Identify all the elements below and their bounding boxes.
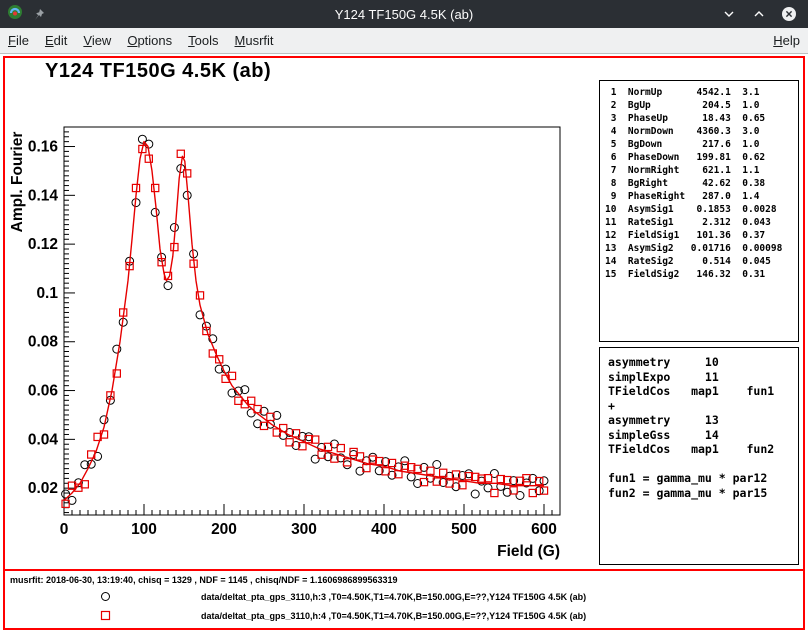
menu-view[interactable]: View	[75, 29, 119, 52]
svg-text:400: 400	[371, 521, 397, 538]
svg-text:0: 0	[60, 521, 69, 538]
svg-text:100: 100	[131, 521, 157, 538]
root-canvas[interactable]: Y124 TF150G 4.5K (ab) 0 100 200 300 400 500 60…	[3, 56, 805, 630]
svg-text:Field (G): Field (G)	[497, 543, 560, 560]
pin-icon	[33, 8, 45, 21]
minimize-button[interactable]	[720, 5, 738, 23]
svg-text:200: 200	[211, 521, 237, 538]
legend-entry-text: data/deltat_pta_gps_3110,h:3 ,T0=4.50K,T…	[201, 592, 586, 602]
svg-text:0.06: 0.06	[28, 383, 59, 400]
svg-text:0.16: 0.16	[28, 139, 59, 156]
menu-options[interactable]: Options	[119, 29, 180, 52]
chevron-up-icon	[752, 7, 766, 21]
close-icon	[781, 6, 797, 22]
legend-row: data/deltat_pta_gps_3110,h:3 ,T0=4.50K,T…	[5, 588, 803, 607]
svg-text:600: 600	[531, 521, 557, 538]
menu-tools[interactable]: Tools	[180, 29, 226, 52]
menu-edit[interactable]: Edit	[37, 29, 75, 52]
legend-entry-text: data/deltat_pta_gps_3110,h:4 ,T0=4.50K,T…	[201, 611, 586, 621]
pad-separator	[5, 569, 803, 571]
svg-text:0.1: 0.1	[36, 285, 58, 302]
parameter-rows: 1 NormUp 4542.1 3.1 2 BgUp 204.5 1.0 3 P…	[605, 86, 798, 281]
svg-text:0.04: 0.04	[28, 431, 59, 448]
close-button[interactable]	[780, 5, 798, 23]
menu-help[interactable]: Help	[765, 29, 808, 52]
svg-text:0.12: 0.12	[28, 236, 58, 253]
chevron-down-icon	[722, 7, 736, 21]
workarea: Y124 TF150G 4.5K (ab) 0 100 200 300 400 500 60…	[0, 54, 808, 633]
theory-lines: asymmetry 10 simplExpo 11 TFieldCos map1…	[608, 355, 798, 500]
menubar: File Edit View Options Tools Musrfit Hel…	[0, 28, 808, 54]
theory-box[interactable]: asymmetry 10 simplExpo 11 TFieldCos map1…	[599, 347, 799, 565]
square-marker-icon	[99, 609, 112, 622]
plot-canvas[interactable]: 0 100 200 300 400 500 600 0.02 0.04 0.06 0.08 0.1 0.…	[5, 113, 597, 565]
svg-text:Ampl. Fourier: Ampl. Fourier	[9, 132, 26, 233]
svg-text:0.08: 0.08	[28, 334, 59, 351]
svg-text:500: 500	[451, 521, 477, 538]
parameter-box[interactable]: 1 NormUp 4542.1 3.1 2 BgUp 204.5 1.0 3 P…	[599, 80, 799, 342]
svg-text:0.02: 0.02	[28, 480, 58, 497]
circle-marker-icon	[99, 590, 112, 603]
app-icon	[7, 4, 23, 25]
legend-row: data/deltat_pta_gps_3110,h:4 ,T0=4.50K,T…	[5, 607, 803, 626]
menu-musrfit[interactable]: Musrfit	[227, 29, 282, 52]
menu-file[interactable]: File	[0, 29, 37, 52]
svg-text:300: 300	[291, 521, 317, 538]
window-title: Y124 TF150G 4.5K (ab)	[0, 7, 808, 22]
titlebar[interactable]: Y124 TF150G 4.5K (ab)	[0, 0, 808, 28]
legend: data/deltat_pta_gps_3110,h:3 ,T0=4.50K,T…	[5, 588, 803, 626]
maximize-button[interactable]	[750, 5, 768, 23]
plot-title: Y124 TF150G 4.5K (ab)	[45, 60, 271, 83]
svg-text:0.14: 0.14	[28, 187, 59, 204]
fit-status-line: musrfit: 2018-06-30, 13:19:40, chisq = 1…	[10, 575, 397, 585]
pin-button[interactable]	[30, 5, 48, 23]
